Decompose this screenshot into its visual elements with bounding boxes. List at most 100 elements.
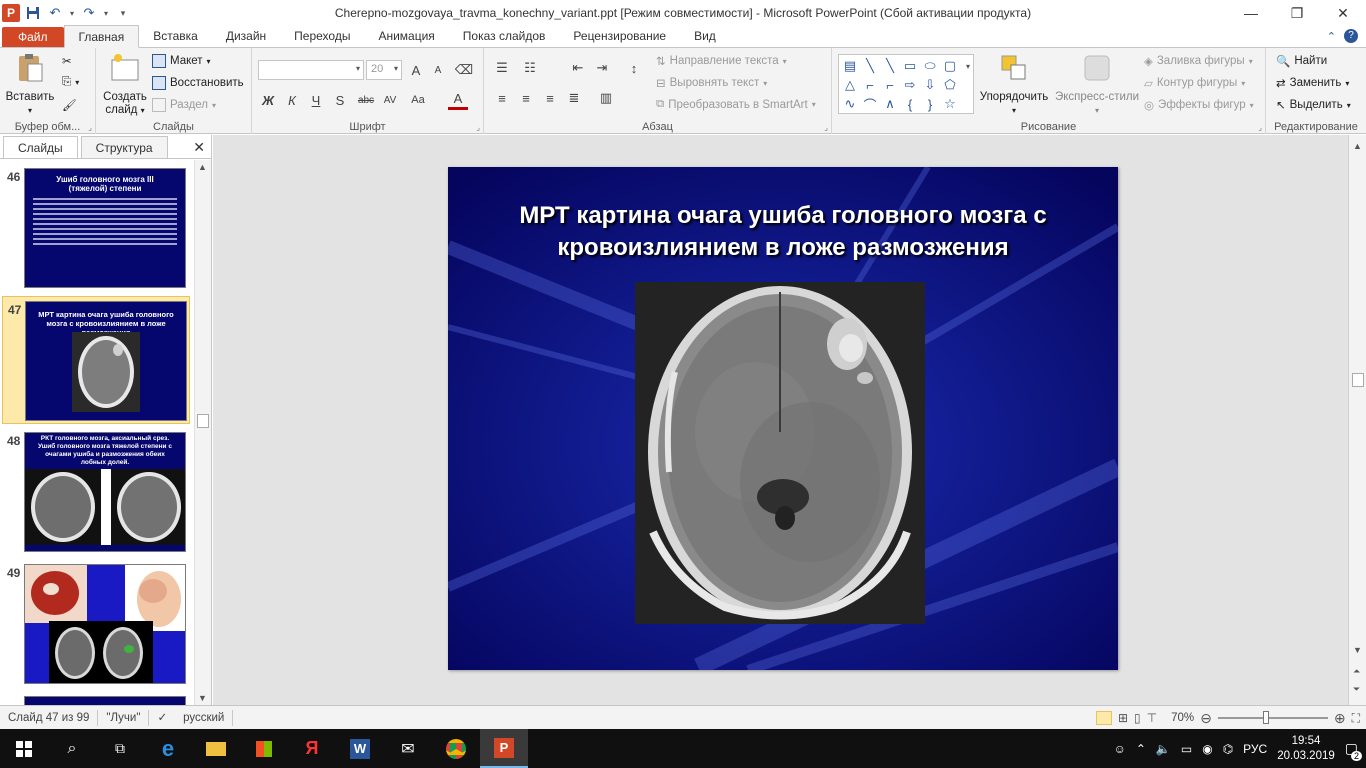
chrome-tray-icon[interactable]: ◉ (1202, 742, 1212, 756)
gallery-more-icon[interactable]: ▾ (959, 57, 977, 75)
elbow-shape-icon[interactable]: ⌐ (861, 76, 879, 94)
reading-view-icon[interactable]: ▯ (1134, 711, 1141, 725)
thumbnail-scrollbar[interactable]: ▲ ▼ (194, 160, 211, 705)
file-explorer-icon[interactable] (192, 729, 240, 768)
battery-icon[interactable]: ▭ (1181, 742, 1192, 756)
quick-styles-button[interactable]: Экспресс-стили ▾ (1054, 52, 1140, 117)
select-button[interactable]: ↖ Выделить ▾ (1276, 98, 1351, 112)
change-case-button[interactable]: Aa (408, 90, 428, 110)
shape-fill-button[interactable]: ◈ Заливка фигуры ▾ (1144, 54, 1253, 68)
grow-font-button[interactable]: A (406, 60, 426, 80)
ct-scan-image[interactable] (635, 282, 925, 624)
previous-slide-icon[interactable]: ⏶ (1353, 666, 1360, 677)
scroll-up-arrow-icon[interactable]: ▲ (198, 162, 207, 172)
align-text-button[interactable]: ⊟ Выровнять текст ▾ (656, 76, 767, 90)
tab-animation[interactable]: Анимация (364, 25, 448, 47)
fit-to-window-icon[interactable]: ⛶ (1352, 711, 1360, 726)
shrink-font-button[interactable]: A (428, 60, 448, 80)
shapes-gallery[interactable]: ▤ ╲ ╲ ▭ ⬭ ▢ △ ⌐ ⌐ ⇨ ⇩ ⬠ ∿ ⌒ ∧ { } ☆ ▾ (838, 54, 974, 114)
align-center-icon[interactable]: ≡ (516, 88, 536, 108)
align-left-icon[interactable]: ≡ (492, 88, 512, 108)
people-icon[interactable]: ☺ (1114, 742, 1126, 756)
clock[interactable]: 19:54 20.03.2019 (1277, 734, 1335, 764)
slide-scroll-thumb[interactable] (1352, 373, 1364, 387)
tab-outline[interactable]: Структура (80, 136, 168, 158)
numbering-icon[interactable]: ☷ (520, 58, 540, 78)
zoom-out-icon[interactable]: ⊖ (1200, 710, 1212, 727)
slide-scroll-down-icon[interactable]: ▼ (1353, 645, 1362, 655)
bold-button[interactable]: Ж (258, 90, 278, 110)
layout-button[interactable]: Макет ▾ (152, 54, 211, 68)
search-icon[interactable]: ⌕ (48, 729, 96, 768)
brace-right-shape-icon[interactable]: } (921, 95, 939, 113)
arrange-button[interactable]: Упорядочить ▾ (976, 52, 1052, 117)
brace-left-shape-icon[interactable]: { (901, 95, 919, 113)
line-spacing-icon[interactable]: ↕ (624, 58, 644, 78)
textbox-shape-icon[interactable]: ▤ (841, 57, 859, 75)
font-size-field[interactable]: 20 ▾ (366, 60, 402, 80)
slide-title[interactable]: МРТ картина очага ушиба головного мозга … (468, 200, 1098, 264)
zoom-slider[interactable] (1217, 711, 1328, 724)
down-arrow-shape-icon[interactable]: ⇩ (921, 76, 939, 94)
format-painter-icon[interactable]: 🖌 (62, 98, 77, 112)
thumbnail-47[interactable]: 47 МРТ картина очага ушиба головного моз… (2, 296, 190, 424)
bullets-icon[interactable]: ☰ (492, 58, 512, 78)
drawing-expand-icon[interactable]: ⌟ (1258, 123, 1262, 132)
tab-insert[interactable]: Вставка (139, 25, 212, 47)
powerpoint-taskbar-icon[interactable]: P (480, 729, 528, 768)
shape-effects-button[interactable]: ◎ Эффекты фигур ▾ (1144, 98, 1254, 112)
text-direction-button[interactable]: ⇅ Направление текста ▾ (656, 54, 787, 68)
shape-outline-button[interactable]: ▱ Контур фигуры ▾ (1144, 76, 1245, 90)
rect-shape-icon[interactable]: ▭ (901, 57, 919, 75)
start-button[interactable] (0, 729, 48, 768)
copy-icon[interactable]: ⎘ ▾ (62, 76, 79, 89)
yandex-icon[interactable]: Я (288, 729, 336, 768)
close-panel-icon[interactable]: ✕ (193, 139, 205, 156)
line2-shape-icon[interactable]: ╲ (881, 57, 899, 75)
store-icon[interactable] (240, 729, 288, 768)
undo-dropdown-icon[interactable]: ▾ (68, 4, 76, 22)
paragraph-expand-icon[interactable]: ⌟ (824, 123, 828, 132)
tray-chevron-icon[interactable]: ⌃ (1136, 742, 1146, 756)
edge-icon[interactable]: e (144, 729, 192, 768)
italic-button[interactable]: К (282, 90, 302, 110)
freeform-shape-icon[interactable]: ∧ (881, 95, 899, 113)
rounded-rect-shape-icon[interactable]: ▢ (941, 57, 959, 75)
smartart-button[interactable]: ⧉ Преобразовать в SmartArt ▾ (656, 98, 816, 111)
zoom-in-icon[interactable]: ⊕ (1334, 710, 1346, 727)
increase-indent-icon[interactable]: ⇥ (592, 58, 612, 78)
theme-name[interactable]: "Лучи" (98, 709, 150, 726)
customize-qat-icon[interactable]: ▾ (114, 4, 132, 22)
task-view-icon[interactable]: ⧉ (96, 729, 144, 768)
slide-sorter-icon[interactable]: ⊞ (1118, 711, 1128, 725)
maximize-button[interactable]: ❐ (1274, 0, 1320, 26)
volume-icon[interactable]: 🔈 (1156, 742, 1171, 756)
line-shape-icon[interactable]: ╲ (861, 57, 879, 75)
tab-design[interactable]: Дизайн (212, 25, 280, 47)
char-spacing-button[interactable]: AV (380, 90, 400, 110)
tab-slideshow[interactable]: Показ слайдов (449, 25, 560, 47)
language[interactable]: русский (175, 709, 234, 726)
align-right-icon[interactable]: ≡ (540, 88, 560, 108)
curve-shape-icon[interactable]: ∿ (841, 95, 859, 113)
word-icon[interactable]: W (336, 729, 384, 768)
chrome-icon[interactable] (432, 729, 480, 768)
star-shape-icon[interactable]: ☆ (941, 95, 959, 113)
redo-dropdown-icon[interactable]: ▾ (102, 4, 110, 22)
underline-button[interactable]: Ч (306, 90, 326, 110)
thumbnail-50-partial[interactable] (2, 692, 190, 705)
zoom-slider-thumb[interactable] (1262, 711, 1269, 724)
tab-transitions[interactable]: Переходы (280, 25, 364, 47)
thumbnail-scroll-thumb[interactable] (197, 414, 209, 428)
font-color-button[interactable]: A (448, 90, 468, 110)
strikethrough-button[interactable]: abc (354, 90, 378, 110)
triangle-shape-icon[interactable]: △ (841, 76, 859, 94)
slideshow-icon[interactable]: ⊤ (1147, 711, 1157, 725)
close-button[interactable]: ✕ (1320, 0, 1366, 26)
help-icon[interactable]: ? (1344, 29, 1358, 43)
replace-button[interactable]: ⇄ Заменить ▾ (1276, 76, 1349, 90)
minimize-button[interactable]: — (1228, 0, 1274, 26)
tab-view[interactable]: Вид (680, 25, 730, 47)
scroll-down-arrow-icon[interactable]: ▼ (198, 693, 207, 703)
tab-home[interactable]: Главная (63, 25, 140, 48)
